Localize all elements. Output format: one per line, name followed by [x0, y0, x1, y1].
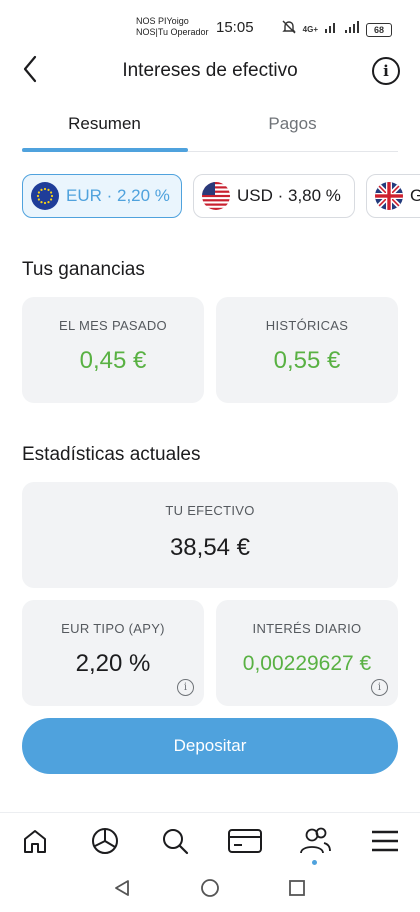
uk-flag-icon	[375, 182, 403, 210]
square-recents-icon	[288, 879, 306, 902]
system-home-button[interactable]	[198, 878, 222, 902]
currency-chip-label: G	[410, 186, 420, 205]
last-month-label: EL MES PASADO	[59, 318, 167, 333]
system-recents-button[interactable]	[285, 878, 309, 902]
tab-pagos[interactable]: Pagos	[210, 114, 375, 134]
cash-label: TU EFECTIVO	[165, 503, 255, 518]
system-back-button[interactable]	[110, 878, 134, 902]
daily-info-icon[interactable]: i	[371, 679, 388, 696]
nav-search[interactable]	[157, 825, 193, 861]
us-flag-icon	[202, 182, 230, 210]
cash-value: 38,54 €	[169, 534, 251, 561]
carrier-info: NOS PIYoigo NOS|Tu Operador	[136, 16, 209, 38]
currency-chip-label: USD · 3,80 %	[237, 186, 341, 205]
eu-flag-icon	[31, 182, 59, 210]
historic-label: HISTÓRICAS	[265, 318, 349, 333]
tab-indicator	[22, 148, 188, 152]
battery-icon: 68	[366, 22, 392, 37]
last-month-card: EL MES PASADO 0,45 €	[22, 297, 204, 403]
currency-chip-usd[interactable]: USD · 3,80 %	[193, 174, 355, 218]
home-icon	[21, 827, 49, 860]
nav-community[interactable]	[297, 825, 333, 861]
last-month-value: 0,45 €	[79, 347, 147, 374]
community-icon	[299, 826, 331, 861]
status-bar: NOS PIYoigo NOS|Tu Operador 15:05 4G+ 68	[0, 0, 420, 44]
rate-card: EUR TIPO (APY) 2,20 % i	[22, 600, 204, 706]
rate-value: 2,20 %	[75, 650, 151, 677]
status-time: 15:05	[216, 19, 254, 36]
nav-portfolio[interactable]	[87, 825, 123, 861]
search-icon	[161, 827, 189, 860]
circle-home-icon	[200, 878, 220, 903]
system-navigation	[0, 870, 420, 912]
signal-icon-2	[344, 20, 360, 39]
header: Intereses de efectivo i	[0, 50, 420, 92]
info-icon: i	[383, 62, 389, 80]
nav-menu[interactable]	[367, 825, 403, 861]
nav-home[interactable]	[17, 825, 53, 861]
carrier-line-1: NOS PIYoigo	[136, 16, 189, 26]
bottom-navigation	[0, 812, 420, 870]
menu-icon	[371, 829, 399, 858]
mute-bell-icon	[281, 19, 297, 40]
historic-value: 0,55 €	[273, 347, 341, 374]
card-icon	[228, 828, 262, 859]
historic-card: HISTÓRICAS 0,55 €	[216, 297, 398, 403]
page-title: Intereses de efectivo	[122, 60, 298, 81]
currency-chip-gbp[interactable]: G	[366, 174, 420, 218]
currency-chip-eur[interactable]: EUR · 2,20 %	[22, 174, 182, 218]
daily-interest-value: 0,00229627 €	[242, 652, 372, 675]
rate-label: EUR TIPO (APY)	[61, 621, 165, 636]
network-type-icon: 4G+	[302, 25, 318, 34]
rate-info-icon[interactable]: i	[177, 679, 194, 696]
tab-bar: Resumen Pagos	[22, 110, 398, 152]
signal-icon	[324, 20, 338, 39]
status-icons: 4G+ 68	[281, 19, 392, 40]
portfolio-chart-icon	[90, 826, 120, 861]
carrier-line-2: NOS|Tu Operador	[136, 27, 209, 37]
info-button[interactable]: i	[372, 57, 400, 85]
tab-resumen[interactable]: Resumen	[22, 114, 187, 134]
daily-interest-label: INTERÉS DIARIO	[252, 621, 362, 636]
nav-cards[interactable]	[227, 825, 263, 861]
active-nav-indicator	[312, 860, 317, 865]
earnings-title: Tus ganancias	[22, 259, 145, 280]
currency-selector: EUR · 2,20 % USD · 3,80 % G	[22, 174, 420, 218]
daily-interest-card: INTERÉS DIARIO 0,00229627 € i	[216, 600, 398, 706]
stats-title: Estadísticas actuales	[22, 444, 201, 465]
deposit-button[interactable]: Depositar	[22, 718, 398, 774]
triangle-back-icon	[113, 879, 131, 902]
cash-card: TU EFECTIVO 38,54 €	[22, 482, 398, 588]
currency-chip-label: EUR · 2,20 %	[66, 186, 170, 205]
